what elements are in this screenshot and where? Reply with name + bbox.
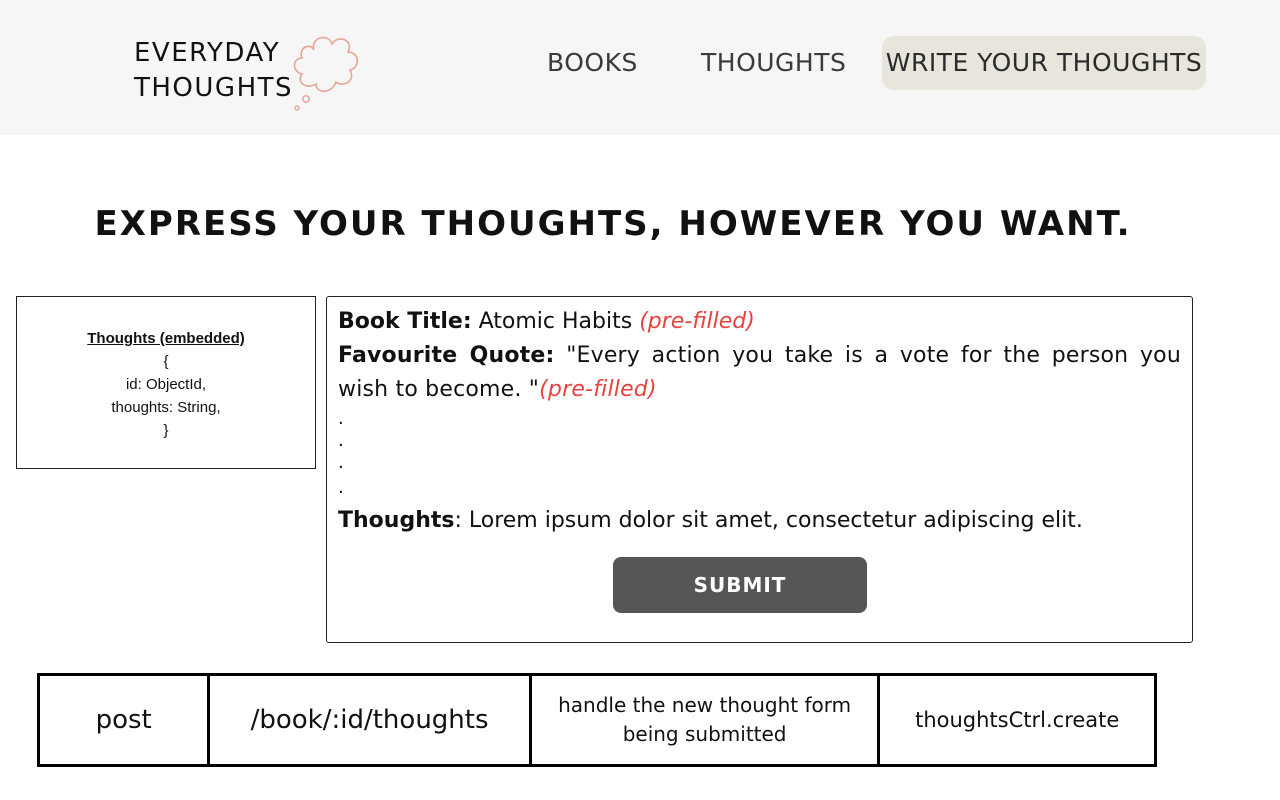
book-title-prefilled-note: (pre-filled) bbox=[639, 309, 755, 334]
thoughts-value[interactable]: : Lorem ipsum dolor sit amet, consectetu… bbox=[454, 508, 1082, 533]
schema-line: thoughts: String, bbox=[111, 399, 221, 416]
ellipsis-dot: . bbox=[338, 477, 344, 498]
route-handler: thoughtsCtrl.create bbox=[877, 673, 1157, 767]
route-path: /book/:id/thoughts bbox=[207, 673, 532, 767]
ellipsis-dot: . bbox=[338, 430, 344, 451]
favourite-quote-row: Favourite Quote: "Every action you take … bbox=[338, 339, 1181, 407]
nav-write-your-thoughts[interactable]: WRITE YOUR THOUGHTS bbox=[882, 36, 1206, 90]
thoughts-row[interactable]: Thoughts: Lorem ipsum dolor sit amet, co… bbox=[338, 504, 1181, 538]
table-row: post /book/:id/thoughts handle the new t… bbox=[36, 673, 1157, 767]
book-title-label: Book Title: bbox=[338, 309, 472, 334]
logo-line-2: THOUGHTS bbox=[134, 73, 294, 103]
logo-line-1: EVERYDAY bbox=[134, 38, 281, 68]
nav-thoughts[interactable]: THOUGHTS bbox=[701, 36, 846, 90]
nav-books[interactable]: BOOKS bbox=[547, 36, 638, 90]
ellipsis-dot: . bbox=[338, 452, 344, 473]
thought-cloud-icon bbox=[293, 36, 359, 111]
new-thought-form: Book Title: Atomic Habits (pre-filled) F… bbox=[326, 296, 1193, 643]
schema-title: Thoughts (embedded) bbox=[87, 330, 245, 347]
page-headline: EXPRESS YOUR THOUGHTS, HOWEVER YOU WANT. bbox=[94, 204, 1132, 244]
favourite-quote-prefilled-note: (pre-filled) bbox=[539, 377, 657, 402]
schema-line: { bbox=[163, 353, 169, 370]
schema-line: id: ObjectId, bbox=[125, 376, 207, 393]
route-description: handle the new thought form being submit… bbox=[528, 673, 881, 767]
route-table: post /book/:id/thoughts handle the new t… bbox=[36, 673, 1157, 767]
submit-button[interactable]: SUBMIT bbox=[613, 557, 867, 613]
site-header: EVERYDAY THOUGHTS BOOKS THOUGHTS WRITE Y… bbox=[0, 0, 1280, 135]
book-title-value: Atomic Habits bbox=[478, 309, 633, 334]
site-logo[interactable]: EVERYDAY THOUGHTS bbox=[134, 34, 374, 114]
logo-text: EVERYDAY THOUGHTS bbox=[134, 36, 293, 106]
ellipsis-dot: . bbox=[338, 408, 344, 429]
route-method: post bbox=[36, 673, 211, 767]
thoughts-label: Thoughts bbox=[338, 508, 455, 533]
favourite-quote-label: Favourite Quote: bbox=[338, 343, 555, 368]
book-title-row: Book Title: Atomic Habits (pre-filled) bbox=[338, 305, 1181, 339]
schema-line: } bbox=[163, 422, 169, 439]
schema-annotation-box: Thoughts (embedded) { id: ObjectId, thou… bbox=[16, 296, 316, 469]
